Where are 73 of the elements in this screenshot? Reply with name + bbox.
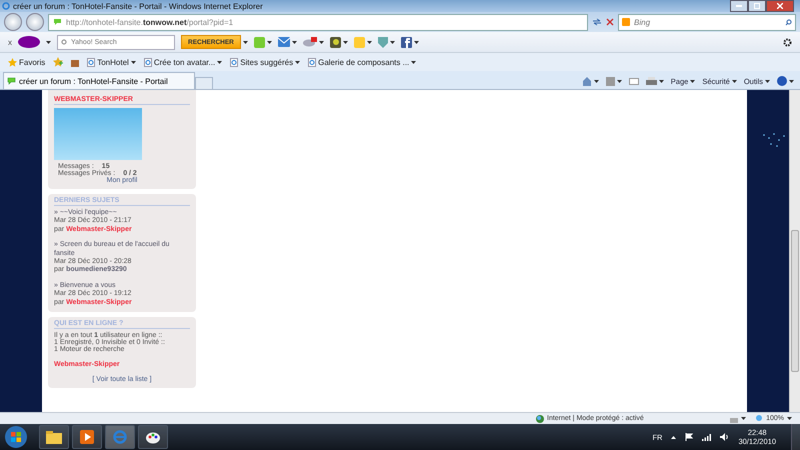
mail-icon[interactable] xyxy=(278,37,290,47)
caret-icon[interactable] xyxy=(46,40,51,44)
star-icon xyxy=(8,58,17,66)
caret-icon[interactable] xyxy=(295,60,300,64)
print-icon[interactable] xyxy=(646,76,657,86)
toolbar-icon[interactable] xyxy=(330,36,341,48)
caret-icon[interactable] xyxy=(690,80,696,82)
browser-tab[interactable]: créer un forum : TonHotel-Fansite - Portail xyxy=(3,72,195,89)
flag-icon[interactable] xyxy=(685,433,694,441)
package-icon xyxy=(71,58,80,66)
search-icon xyxy=(61,38,68,46)
caret-icon[interactable] xyxy=(732,80,737,82)
caret-icon[interactable] xyxy=(411,60,416,64)
favorites-button[interactable]: Favoris xyxy=(19,58,46,66)
caret-icon[interactable] xyxy=(787,417,792,420)
favorite-link[interactable]: Crée ton avatar... xyxy=(154,58,216,66)
caret-icon[interactable] xyxy=(266,40,272,44)
forward-button[interactable] xyxy=(26,13,44,31)
speech-bubble-icon xyxy=(53,18,62,26)
page-icon xyxy=(87,58,96,66)
media-player-icon[interactable] xyxy=(72,425,102,449)
favorite-link[interactable]: Galerie de composants ... xyxy=(318,58,410,66)
folder-icon[interactable] xyxy=(39,425,69,449)
add-favorite-icon[interactable] xyxy=(53,57,64,67)
caret-icon[interactable] xyxy=(765,80,770,82)
address-field[interactable]: http://tonhotel-fansite.tonwow.net/portal?pid=1 xyxy=(48,14,588,30)
stop-icon[interactable] xyxy=(606,18,614,26)
page-icon xyxy=(308,58,316,66)
close-toolbar-button[interactable]: x xyxy=(8,38,12,46)
caret-icon[interactable] xyxy=(342,40,348,44)
maximize-button[interactable] xyxy=(748,0,766,12)
minimize-button[interactable] xyxy=(730,0,748,12)
search-icon[interactable] xyxy=(785,18,792,26)
caret-icon[interactable] xyxy=(366,40,372,44)
facebook-icon[interactable] xyxy=(400,36,412,48)
caret-icon[interactable] xyxy=(414,40,419,44)
zoom-icon xyxy=(756,415,764,422)
maximize-icon xyxy=(754,3,760,9)
caret-icon[interactable] xyxy=(789,80,794,82)
globe-icon xyxy=(536,414,544,423)
back-button[interactable] xyxy=(4,13,22,31)
caret-icon[interactable] xyxy=(741,417,746,420)
page-icon xyxy=(144,58,152,66)
caret-icon[interactable] xyxy=(390,40,395,44)
help-icon[interactable] xyxy=(777,76,787,86)
browser-logo-icon xyxy=(2,2,10,10)
search-field[interactable]: Bing xyxy=(618,14,796,30)
caret-icon[interactable] xyxy=(658,80,664,82)
settings-icon[interactable] xyxy=(783,38,792,46)
minimize-icon xyxy=(736,5,742,7)
favorite-link[interactable]: Sites suggérés xyxy=(240,58,294,66)
caret-icon[interactable] xyxy=(217,60,222,64)
refresh-icon[interactable] xyxy=(592,18,602,26)
search-engine-icon xyxy=(622,18,630,26)
caret-icon[interactable] xyxy=(130,60,136,64)
scrollbar[interactable] xyxy=(789,90,800,412)
speech-bubble-icon xyxy=(7,77,16,85)
window-title: créer un forum : TonHotel-Fansite - Portail - Windows Internet Explorer xyxy=(13,2,264,10)
favorite-link[interactable]: TonHotel xyxy=(97,58,129,66)
page-icon xyxy=(230,58,238,66)
volume-icon[interactable] xyxy=(720,433,730,441)
start-button[interactable] xyxy=(4,425,28,449)
network-icon[interactable] xyxy=(702,434,712,440)
close-button[interactable] xyxy=(766,0,794,12)
mail-icon[interactable] xyxy=(628,78,639,84)
caret-icon[interactable] xyxy=(292,40,297,44)
tray-arrow-icon[interactable] xyxy=(671,436,676,438)
close-icon xyxy=(777,3,783,9)
caret-icon[interactable] xyxy=(594,80,599,82)
caret-icon[interactable] xyxy=(242,40,248,44)
caret-icon[interactable] xyxy=(616,80,622,82)
paint-icon[interactable] xyxy=(138,425,168,449)
caret-icon[interactable] xyxy=(318,40,324,44)
